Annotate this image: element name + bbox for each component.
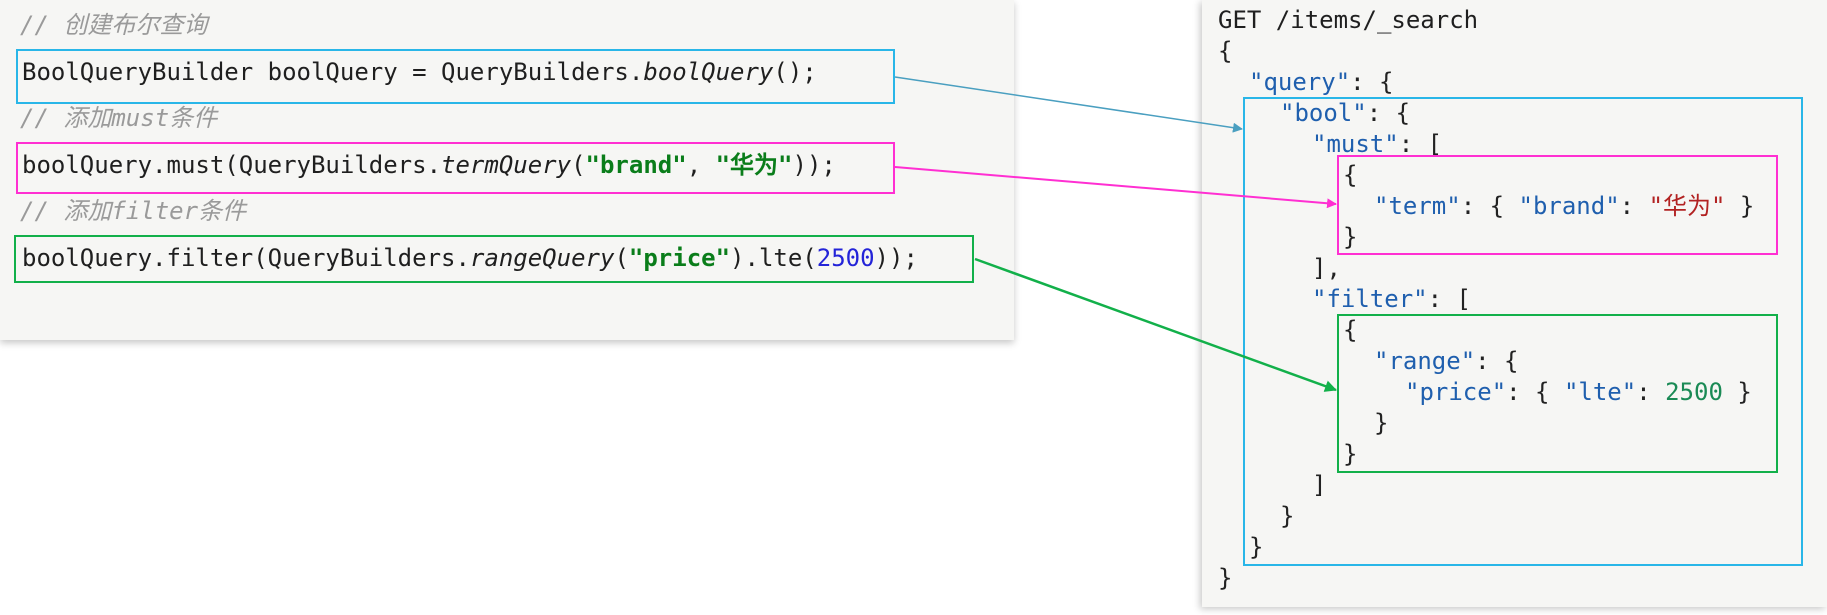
highlight-box-filter (14, 235, 974, 283)
comment-create-bool-query: // 创建布尔查询 (20, 11, 208, 39)
highlight-box-must (16, 142, 895, 194)
request-line: GET /items/_search (1218, 6, 1479, 34)
json-punct: : { (1350, 68, 1394, 96)
highlight-box-must-dsl (1337, 155, 1778, 255)
comment-add-filter: // 添加filter条件 (20, 197, 247, 225)
highlight-box-bool-query (16, 49, 895, 104)
comment-add-must: // 添加must条件 (20, 104, 218, 132)
json-brace: } (1218, 564, 1233, 592)
highlight-box-filter-dsl (1337, 314, 1778, 473)
json-query-key: "query": { (1249, 67, 1394, 97)
json-brace: { (1218, 37, 1233, 65)
key-query: "query" (1249, 68, 1351, 96)
